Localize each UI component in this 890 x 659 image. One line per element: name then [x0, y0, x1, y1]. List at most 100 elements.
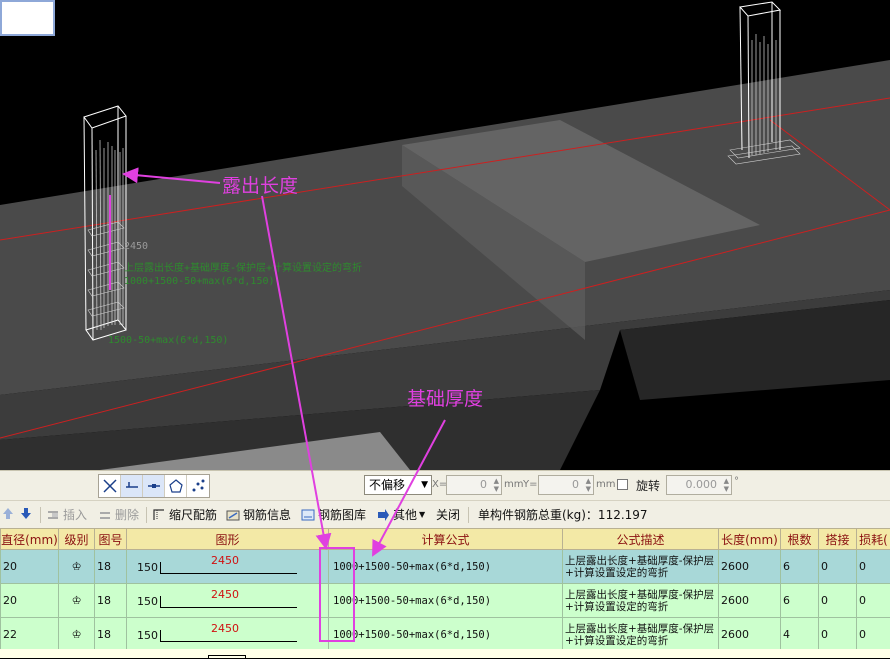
- header-length[interactable]: 长度(mm): [719, 529, 781, 550]
- header-lap[interactable]: 搭接: [819, 529, 857, 550]
- table-row[interactable]: 20♔1815024501000+1500-50+max(6*d,150)上层露…: [1, 584, 890, 618]
- cell-figure-no[interactable]: 18: [95, 584, 127, 618]
- rebar-info-button[interactable]: 钢筋信息: [226, 506, 291, 523]
- cell-loss[interactable]: 0: [857, 550, 890, 584]
- cell-length[interactable]: 2600: [719, 618, 781, 652]
- chevron-down-icon: ▼: [421, 476, 428, 494]
- header-description[interactable]: 公式描述: [563, 529, 719, 550]
- x-input[interactable]: 0 ▲▼: [446, 475, 502, 495]
- delete-button[interactable]: 删除: [98, 506, 139, 523]
- rebar-table: 直径(mm) 级别 图号 图形 计算公式 公式描述 长度(mm) 根数 搭接 损…: [0, 528, 890, 652]
- total-weight-label: 单构件钢筋总重(kg)：112.197: [478, 506, 648, 523]
- cell-figure-no[interactable]: 18: [95, 618, 127, 652]
- cell-shape[interactable]: 150 2450: [127, 550, 329, 584]
- table-row[interactable]: 20♔18 150 2450 1000+1500-50+max(6*d,150)上层露…: [1, 550, 890, 584]
- delete-icon: [98, 508, 112, 522]
- cell-diameter[interactable]: 22: [1, 618, 59, 652]
- cell-lap[interactable]: 0: [819, 584, 857, 618]
- rebar-desc-label: 上层露出长度+基础厚度-保护层+计算设置设定的弯折: [124, 259, 362, 274]
- separator: [40, 507, 41, 523]
- rebar-info-icon: [226, 508, 240, 522]
- insert-button[interactable]: 插入: [46, 506, 87, 523]
- cell-lap[interactable]: 0: [819, 618, 857, 652]
- separator: [468, 507, 469, 523]
- draw-mode-group: [98, 474, 210, 498]
- draw-toolbar: 不偏移 ▼ X= 0 ▲▼ mm Y= 0 ▲▼ mm 旋转 0.000 ▲▼ …: [0, 470, 890, 500]
- point-line-icon[interactable]: [121, 475, 143, 497]
- rebar-shape: 1502450: [129, 584, 328, 617]
- x-unit: mm: [504, 479, 523, 490]
- cell-formula[interactable]: 1000+1500-50+max(6*d,150): [329, 618, 563, 652]
- rotate-checkbox[interactable]: [617, 479, 628, 490]
- rebar-length-label: 2450: [124, 241, 148, 252]
- shape-bar-length: 2450: [211, 588, 239, 601]
- scale-rebar-icon: [152, 508, 166, 522]
- spinner-icon[interactable]: ▲▼: [494, 477, 499, 493]
- cell-length[interactable]: 2600: [719, 584, 781, 618]
- rebar-grid[interactable]: 直径(mm) 级别 图号 图形 计算公式 公式描述 长度(mm) 根数 搭接 损…: [0, 528, 890, 658]
- cell-lap[interactable]: 0: [819, 550, 857, 584]
- cell-description[interactable]: 上层露出长度+基础厚度-保护层+计算设置设定的弯折: [563, 584, 719, 618]
- header-grade[interactable]: 级别: [59, 529, 95, 550]
- scale-rebar-button[interactable]: 缩尺配筋: [152, 506, 217, 523]
- header-loss[interactable]: 损耗(: [857, 529, 890, 550]
- cross-select-icon[interactable]: [99, 475, 121, 497]
- cell-count[interactable]: 6: [781, 550, 819, 584]
- cell-shape[interactable]: 1502450: [127, 618, 329, 652]
- header-figure-no[interactable]: 图号: [95, 529, 127, 550]
- cell-diameter[interactable]: 20: [1, 550, 59, 584]
- rotate-input[interactable]: 0.000 ▲▼: [666, 475, 732, 495]
- cell-description[interactable]: 上层露出长度+基础厚度-保护层+计算设置设定的弯折: [563, 550, 719, 584]
- line-point-icon[interactable]: [143, 475, 165, 497]
- annotation-foundation-thickness: 基础厚度: [407, 384, 483, 411]
- close-button[interactable]: 关闭: [436, 506, 460, 523]
- scatter-points-icon[interactable]: [187, 475, 209, 497]
- header-count[interactable]: 根数: [781, 529, 819, 550]
- cell-loss[interactable]: 0: [857, 618, 890, 652]
- shape-bar-line: [160, 607, 297, 608]
- cell-shape[interactable]: 1502450: [127, 584, 329, 618]
- spinner-icon[interactable]: ▲▼: [724, 477, 729, 493]
- cell-length[interactable]: 2600: [719, 550, 781, 584]
- header-shape[interactable]: 图形: [127, 529, 329, 550]
- other-menu-button[interactable]: 其他 ▼: [376, 506, 425, 523]
- move-up-icon[interactable]: [2, 506, 19, 520]
- shape-bar-length: 2450: [211, 554, 239, 567]
- header-formula[interactable]: 计算公式: [329, 529, 563, 550]
- move-down-icon[interactable]: [20, 506, 37, 520]
- cell-formula[interactable]: 1000+1500-50+max(6*d,150): [329, 584, 563, 618]
- polygon-icon[interactable]: [165, 475, 187, 497]
- y-input[interactable]: 0 ▲▼: [538, 475, 594, 495]
- cell-grade[interactable]: ♔: [59, 550, 95, 584]
- cell-grade[interactable]: ♔: [59, 584, 95, 618]
- partial-next-row: [0, 649, 890, 658]
- cell-formula[interactable]: 1000+1500-50+max(6*d,150): [329, 550, 563, 584]
- cell-count[interactable]: 6: [781, 584, 819, 618]
- cell-description[interactable]: 上层露出长度+基础厚度-保护层+计算设置设定的弯折: [563, 618, 719, 652]
- cell-count[interactable]: 4: [781, 618, 819, 652]
- rebar-library-icon: [301, 508, 315, 522]
- corner-panel: [0, 0, 55, 36]
- insert-icon: [46, 508, 60, 522]
- cell-grade[interactable]: ♔: [59, 618, 95, 652]
- annotation-exposed-length: 露出长度: [222, 171, 298, 198]
- table-row[interactable]: 22♔1815024501000+1500-50+max(6*d,150)上层露…: [1, 618, 890, 652]
- rebar-shape: 1502450: [129, 618, 328, 651]
- y-unit: mm: [596, 479, 615, 490]
- rebar-formula-label: 1000+1500-50+max(6*d,150): [124, 276, 275, 287]
- rotate-label: 旋转: [636, 477, 660, 494]
- rebar-library-button[interactable]: 钢筋图库: [301, 506, 366, 523]
- y-label: Y=: [523, 479, 538, 490]
- separator: [146, 507, 147, 523]
- spinner-icon[interactable]: ▲▼: [586, 477, 591, 493]
- cell-figure-no[interactable]: 18: [95, 550, 127, 584]
- x-label: X=: [432, 479, 447, 490]
- cell-diameter[interactable]: 20: [1, 584, 59, 618]
- shape-hook-length: 150: [137, 629, 158, 642]
- offset-select[interactable]: 不偏移 ▼: [364, 475, 432, 495]
- header-diameter[interactable]: 直径(mm): [1, 529, 59, 550]
- 3d-viewport[interactable]: 露出长度 基础厚度 2450 上层露出长度+基础厚度-保护层+计算设置设定的弯折…: [0, 0, 890, 470]
- rebar-toolbar: 插入 删除 缩尺配筋 钢筋信息 钢筋图库 其他 ▼ 关闭 单构件钢筋总重(kg)…: [0, 500, 890, 528]
- shape-hook-length: 150: [137, 561, 158, 574]
- cell-loss[interactable]: 0: [857, 584, 890, 618]
